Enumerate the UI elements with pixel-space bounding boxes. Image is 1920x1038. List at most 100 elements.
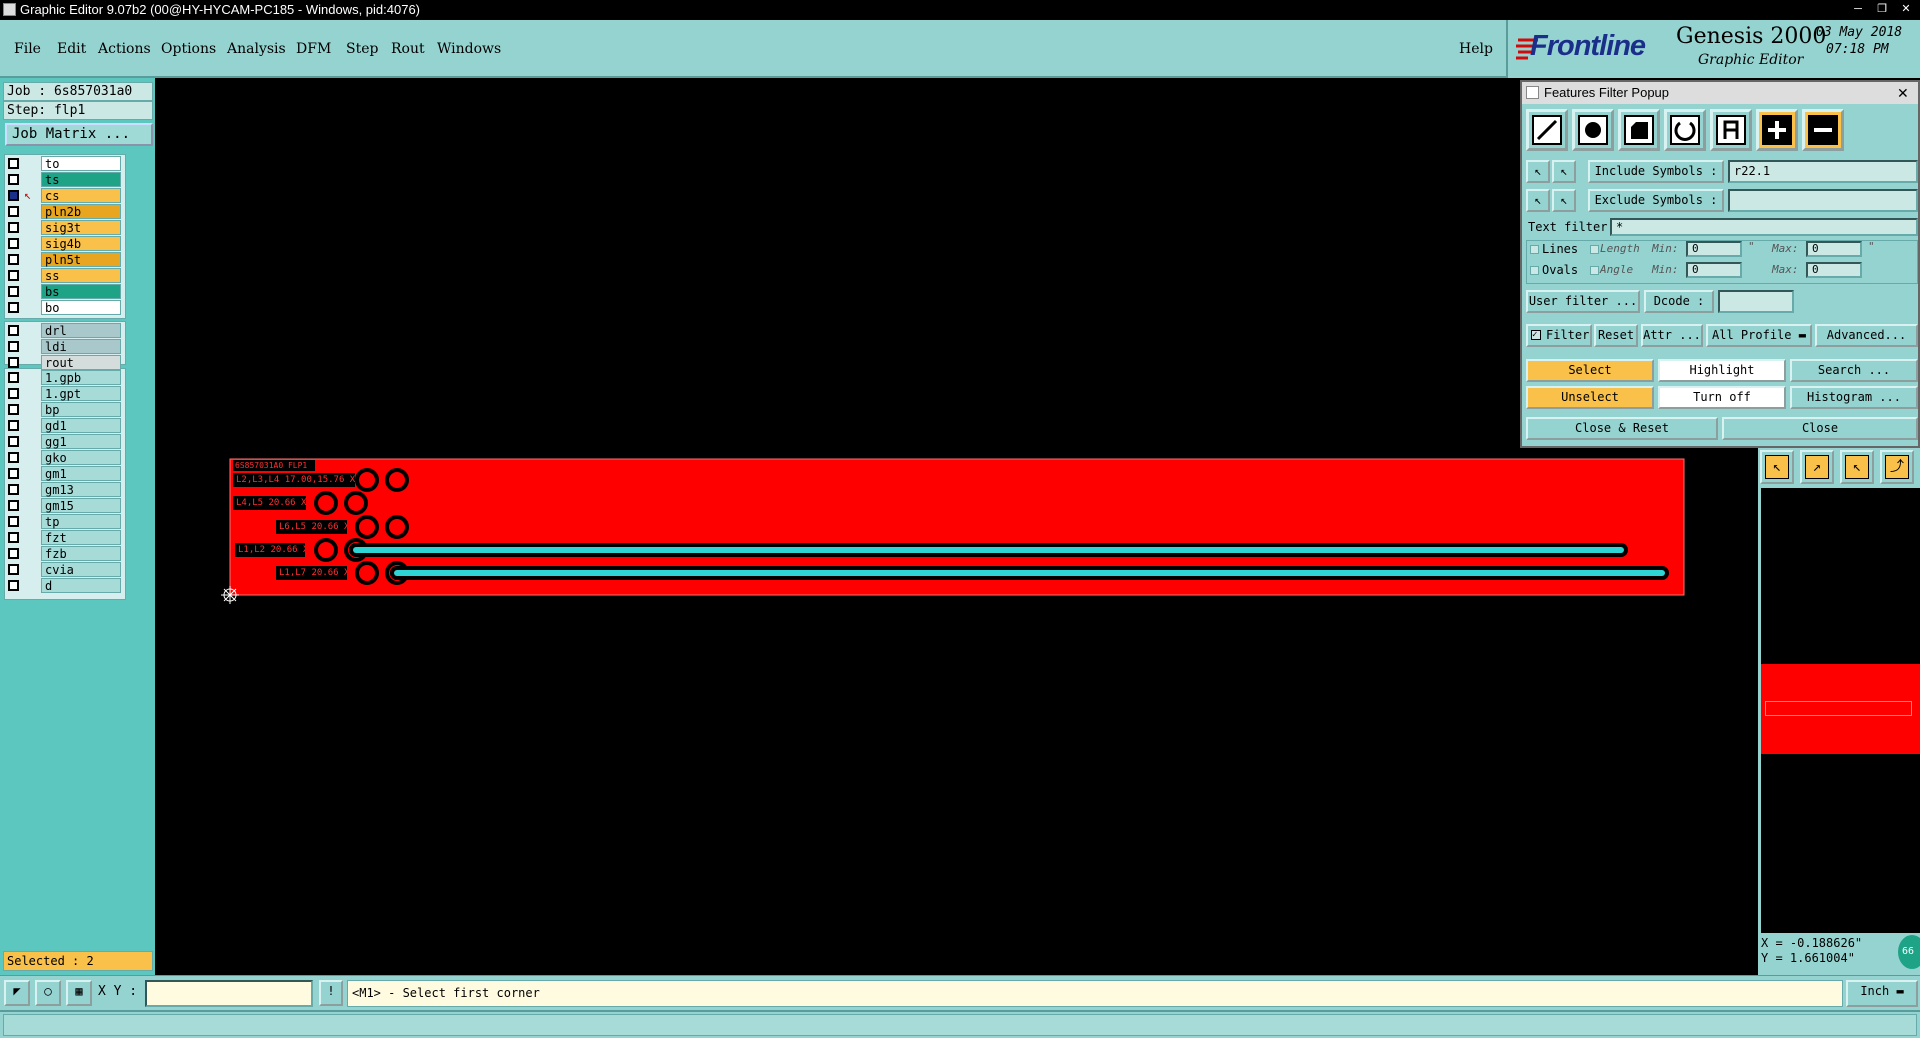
layer-row[interactable]: gm1 <box>4 466 122 481</box>
lines-checkbox[interactable] <box>1530 245 1539 254</box>
highlight-button[interactable]: Highlight <box>1658 359 1786 382</box>
menu-step[interactable]: Step <box>346 41 378 57</box>
zoom-fit-button[interactable]: ◯ <box>35 980 61 1006</box>
exclude-pick-button[interactable]: ↖ <box>1526 189 1550 212</box>
include-pick-all-button[interactable]: ↖ <box>1552 160 1576 183</box>
layer-row[interactable]: drl <box>4 323 122 338</box>
text-filter-input[interactable]: * <box>1610 218 1918 236</box>
select-tool-1[interactable]: ↖ <box>1760 450 1794 484</box>
layer-row[interactable]: ss <box>4 268 122 283</box>
menu-file[interactable]: File <box>14 41 41 57</box>
layer-checkbox[interactable] <box>8 206 19 217</box>
select-tool-2[interactable]: ↗ <box>1800 450 1834 484</box>
layer-row[interactable]: bo <box>4 300 122 315</box>
layer-row[interactable]: sig3t <box>4 220 122 235</box>
layer-checkbox[interactable] <box>8 325 19 336</box>
layer-checkbox[interactable] <box>8 484 19 495</box>
menu-dfm[interactable]: DFM <box>296 41 331 57</box>
positive-polarity-toggle[interactable] <box>1756 109 1798 151</box>
layer-checkbox[interactable] <box>8 190 19 201</box>
text-feature-toggle[interactable] <box>1710 109 1752 151</box>
layer-checkbox[interactable] <box>8 158 19 169</box>
filter-toggle[interactable]: ✓ Filter <box>1526 324 1592 347</box>
close-button[interactable]: Close <box>1722 417 1918 440</box>
include-pick-button[interactable]: ↖ <box>1526 160 1550 183</box>
angle-min-input[interactable]: 0 <box>1686 262 1742 278</box>
layer-row[interactable]: pln5t <box>4 252 122 267</box>
layer-checkbox[interactable] <box>8 532 19 543</box>
select-button[interactable]: Select <box>1526 359 1654 382</box>
close-reset-button[interactable]: Close & Reset <box>1526 417 1718 440</box>
negative-polarity-toggle[interactable] <box>1802 109 1844 151</box>
layer-checkbox[interactable] <box>8 548 19 559</box>
layer-row[interactable]: gm15 <box>4 498 122 513</box>
layer-row[interactable]: gm13 <box>4 482 122 497</box>
layer-row[interactable]: d <box>4 578 122 593</box>
layer-checkbox[interactable] <box>8 174 19 185</box>
attr-button[interactable]: Attr ... <box>1641 324 1703 347</box>
layer-checkbox[interactable] <box>8 452 19 463</box>
graphic-canvas[interactable]: 6S857031A0 FLP1 L2,L3,L4 17.00,15.76 X L… <box>155 78 1758 975</box>
xy-input[interactable] <box>145 980 313 1007</box>
dcode-button[interactable]: Dcode : <box>1644 290 1714 313</box>
dcode-input[interactable] <box>1718 290 1794 313</box>
layer-row[interactable]: gko <box>4 450 122 465</box>
layer-row[interactable]: ldi <box>4 339 122 354</box>
job-matrix-button[interactable]: Job Matrix ... <box>5 123 153 146</box>
layer-row[interactable]: gd1 <box>4 418 122 433</box>
search-button[interactable]: Search ... <box>1790 359 1918 382</box>
select-tool-3[interactable]: ↖ <box>1840 450 1874 484</box>
layer-checkbox[interactable] <box>8 404 19 415</box>
layer-checkbox[interactable] <box>8 341 19 352</box>
layer-row[interactable]: tp <box>4 514 122 529</box>
layer-checkbox[interactable] <box>8 222 19 233</box>
layer-row[interactable]: ↖ cs <box>4 188 122 203</box>
units-dropdown[interactable]: Inch ▬ <box>1846 980 1918 1007</box>
layer-checkbox[interactable] <box>8 468 19 479</box>
info-button[interactable]: ! <box>319 980 343 1006</box>
layer-row[interactable]: pln2b <box>4 204 122 219</box>
angle-checkbox[interactable] <box>1590 266 1599 275</box>
layer-row[interactable]: bp <box>4 402 122 417</box>
layer-row[interactable]: sig4b <box>4 236 122 251</box>
layer-checkbox[interactable] <box>8 302 19 313</box>
layer-row[interactable]: fzt <box>4 530 122 545</box>
layer-row[interactable]: ts <box>4 172 122 187</box>
layer-row[interactable]: to <box>4 156 122 171</box>
exclude-symbols-button[interactable]: Exclude Symbols : <box>1588 189 1724 212</box>
zoom-box-button[interactable]: ◤ <box>4 980 30 1006</box>
user-filter-button[interactable]: User filter ... <box>1526 290 1640 313</box>
advanced-button[interactable]: Advanced... <box>1815 324 1918 347</box>
menu-windows[interactable]: Windows <box>437 41 501 57</box>
menu-help[interactable]: Help <box>1459 41 1493 57</box>
layer-row[interactable]: 1.gpb <box>4 370 122 385</box>
include-symbols-input[interactable]: r22.1 <box>1728 160 1918 183</box>
layer-checkbox[interactable] <box>8 270 19 281</box>
histogram-button[interactable]: Histogram ... <box>1790 386 1918 409</box>
ovals-checkbox[interactable] <box>1530 266 1539 275</box>
turn-off-button[interactable]: Turn off <box>1658 386 1786 409</box>
grid-button[interactable]: ▦ <box>66 980 92 1006</box>
menu-options[interactable]: Options <box>161 41 216 57</box>
length-max-input[interactable]: 0 <box>1806 241 1862 257</box>
layer-row[interactable]: fzb <box>4 546 122 561</box>
layer-checkbox[interactable] <box>8 580 19 591</box>
layer-row[interactable]: gg1 <box>4 434 122 449</box>
layer-row[interactable]: cvia <box>4 562 122 577</box>
layer-checkbox[interactable] <box>8 357 19 368</box>
exclude-symbols-input[interactable] <box>1728 189 1918 212</box>
menu-actions[interactable]: Actions <box>98 41 151 57</box>
popup-close-icon[interactable]: ✕ <box>1897 82 1909 104</box>
layer-checkbox[interactable] <box>8 372 19 383</box>
menu-rout[interactable]: Rout <box>391 41 425 57</box>
layer-row[interactable]: 1.gpt <box>4 386 122 401</box>
include-symbols-button[interactable]: Include Symbols : <box>1588 160 1724 183</box>
arc-feature-toggle[interactable] <box>1664 109 1706 151</box>
length-min-input[interactable]: 0 <box>1686 241 1742 257</box>
layer-checkbox[interactable] <box>8 564 19 575</box>
layer-checkbox[interactable] <box>8 388 19 399</box>
length-checkbox[interactable] <box>1590 245 1599 254</box>
select-tool-4[interactable]: ⤴ <box>1880 450 1914 484</box>
unselect-button[interactable]: Unselect <box>1526 386 1654 409</box>
layer-checkbox[interactable] <box>8 238 19 249</box>
